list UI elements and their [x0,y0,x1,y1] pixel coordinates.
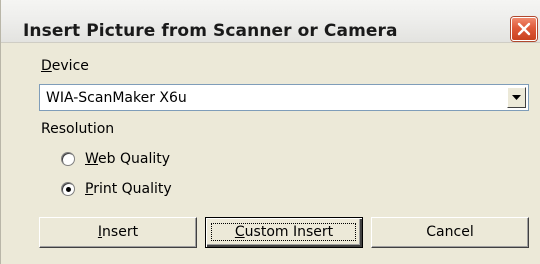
radio-button-print[interactable] [61,182,75,196]
radio-label-web: Web Quality [85,151,171,167]
radio-label-print: Print Quality [85,181,172,197]
title-bar[interactable]: Insert Picture from Scanner or Camera [1,0,540,43]
window-title: Insert Picture from Scanner or Camera [23,21,398,41]
resolution-label: Resolution [41,121,115,137]
dropdown-arrow-button[interactable] [507,87,526,108]
cancel-button[interactable]: Cancel [371,217,529,248]
dialog-window: Insert Picture from Scanner or Camera De… [0,0,540,264]
custom-insert-button[interactable]: Custom Insert [205,217,363,248]
device-label: Device [41,58,89,74]
radio-selected-dot [66,187,71,192]
device-dropdown[interactable]: WIA-ScanMaker X6u [39,84,529,111]
close-button[interactable] [511,17,537,41]
insert-button[interactable]: Insert [39,217,197,248]
radio-button-web[interactable] [61,152,75,166]
device-selected-value: WIA-ScanMaker X6u [46,90,187,106]
